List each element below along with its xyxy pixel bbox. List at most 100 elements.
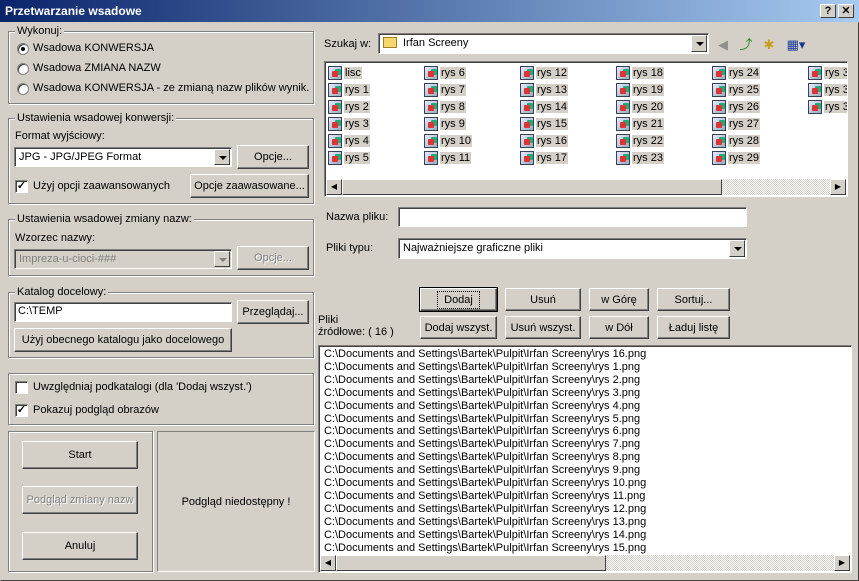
file-item[interactable]: rys 22 [616,133,664,148]
file-item[interactable]: rys 3 [808,65,847,80]
file-item[interactable]: rys 21 [616,116,664,131]
filetype-dropdown[interactable]: Najważniejsze graficzne pliki [398,238,747,259]
source-file-row[interactable]: C:\Documents and Settings\Bartek\Pulpit\… [324,529,646,542]
file-item[interactable]: rys 24 [712,65,760,80]
view-menu-icon[interactable]: ▦▾ [784,37,808,53]
subdirs-checkbox[interactable] [15,381,28,394]
chevron-down-icon[interactable] [691,35,707,52]
remove-all-button[interactable]: Usuń wszyst. [505,316,581,339]
sort-button[interactable]: Sortuj... [657,288,730,311]
scroll-thumb[interactable] [336,555,606,571]
source-file-row[interactable]: C:\Documents and Settings\Bartek\Pulpit\… [324,490,645,503]
file-item[interactable]: rys 26 [712,99,760,114]
remove-button[interactable]: Usuń [505,288,581,311]
show-preview-label[interactable]: Pokazuj podgląd obrazów [33,404,159,416]
file-item[interactable]: rys 3 [328,116,370,131]
add-button[interactable]: Dodaj [419,287,498,312]
source-file-row[interactable]: C:\Documents and Settings\Bartek\Pulpit\… [324,348,646,361]
file-item[interactable]: rys 8 [424,99,466,114]
cancel-button[interactable]: Anuluj [22,532,138,560]
load-list-button[interactable]: Ładuj listę [657,316,730,339]
advanced-options-checkbox[interactable]: ✓ [15,180,28,193]
advanced-options-label[interactable]: Użyj opcji zaawansowanych [33,180,170,192]
pattern-dropdown[interactable]: Impreza-u-cioci-### [14,249,232,269]
file-item[interactable]: rys 25 [712,82,760,97]
source-file-row[interactable]: C:\Documents and Settings\Bartek\Pulpit\… [324,413,640,426]
start-button[interactable]: Start [22,441,138,469]
format-options-button[interactable]: Opcje... [237,145,309,169]
radio-mode-convert-rename[interactable] [17,83,29,95]
file-item[interactable]: rys 9 [424,116,466,131]
file-item[interactable]: rys 3 [808,82,847,97]
file-item[interactable]: rys 20 [616,99,664,114]
file-item[interactable]: rys 28 [712,133,760,148]
source-file-row[interactable]: C:\Documents and Settings\Bartek\Pulpit\… [324,374,640,387]
advanced-options-button[interactable]: Opcje zaawasowane... [190,174,309,198]
file-item[interactable]: rys 12 [520,65,568,80]
radio-mode-rename-label[interactable]: Wsadowa ZMIANA NAZW [33,62,161,74]
add-all-button[interactable]: Dodaj wszyst. [420,316,497,339]
source-file-row[interactable]: C:\Documents and Settings\Bartek\Pulpit\… [324,542,646,555]
new-folder-icon[interactable]: ✱ [760,37,778,53]
file-item[interactable]: rys 15 [520,116,568,131]
file-item[interactable]: rys 19 [616,82,664,97]
source-file-row[interactable]: C:\Documents and Settings\Bartek\Pulpit\… [324,464,640,477]
file-item[interactable]: rys 3 [808,99,847,114]
file-item[interactable]: rys 13 [520,82,568,97]
file-item[interactable]: rys 27 [712,116,760,131]
file-item[interactable]: rys 14 [520,99,568,114]
show-preview-checkbox[interactable]: ✓ [15,404,28,417]
file-item[interactable]: rys 2 [328,99,370,114]
file-item[interactable]: rys 1 [328,82,370,97]
scroll-left-icon[interactable]: ◀ [326,179,342,195]
file-item[interactable]: rys 7 [424,82,466,97]
scroll-left-icon[interactable]: ◀ [320,555,336,571]
source-file-row[interactable]: C:\Documents and Settings\Bartek\Pulpit\… [324,400,640,413]
file-item[interactable]: rys 16 [520,133,568,148]
chevron-down-icon[interactable] [729,240,745,257]
file-item[interactable]: rys 29 [712,150,760,165]
chevron-down-icon[interactable] [214,149,230,165]
file-item[interactable]: rys 23 [616,150,664,165]
scroll-right-icon[interactable]: ▶ [834,555,850,571]
browse-button[interactable]: Przeglądaj... [237,300,309,324]
rename-preview-button[interactable]: Podgląd zmiany nazw [22,486,138,514]
close-button[interactable]: ✕ [838,4,854,18]
radio-mode-convert-label[interactable]: Wsadowa KONWERSJA [33,42,154,54]
scroll-right-icon[interactable]: ▶ [830,179,846,195]
file-item[interactable]: rys 17 [520,150,568,165]
rename-options-button[interactable]: Opcje... [237,246,309,270]
move-down-button[interactable]: w Dół [589,316,649,339]
source-file-row[interactable]: C:\Documents and Settings\Bartek\Pulpit\… [324,438,640,451]
file-list[interactable]: lisc rys 1 rys 2 rys 3 rys 4 rys 5 rys 6 rys 7 r… [324,61,848,197]
source-list-scrollbar[interactable]: ◀ ▶ [320,555,850,571]
source-file-row[interactable]: C:\Documents and Settings\Bartek\Pulpit\… [324,387,640,400]
format-dropdown[interactable]: JPG - JPG/JPEG Format [14,147,232,167]
file-item[interactable]: rys 5 [328,150,370,165]
help-button[interactable]: ? [820,4,836,18]
file-item[interactable]: rys 6 [424,65,466,80]
radio-mode-convert[interactable] [17,43,29,55]
subdirs-label[interactable]: Uwzględniaj podkatalogi (dla 'Dodaj wszy… [33,381,252,393]
look-in-dropdown[interactable]: Irfan Screeny [378,33,709,54]
radio-mode-rename[interactable] [17,63,29,75]
file-item[interactable]: lisc [328,65,362,80]
file-item[interactable]: rys 10 [424,133,472,148]
use-current-dir-button[interactable]: Użyj obecnego katalogu jako docelowego [14,328,232,352]
file-item[interactable]: rys 11 [424,150,472,165]
source-file-row[interactable]: C:\Documents and Settings\Bartek\Pulpit\… [324,477,646,490]
up-folder-icon[interactable]: ⤴ [737,37,755,53]
target-path-input[interactable]: C:\TEMP [14,302,232,322]
file-list-scrollbar[interactable]: ◀ ▶ [326,179,846,195]
file-item[interactable]: rys 18 [616,65,664,80]
source-file-row[interactable]: C:\Documents and Settings\Bartek\Pulpit\… [324,503,646,516]
scroll-thumb[interactable] [342,179,722,195]
filename-input[interactable] [398,207,747,227]
source-file-row[interactable]: C:\Documents and Settings\Bartek\Pulpit\… [324,425,640,438]
back-icon[interactable]: ◀ [714,37,732,53]
radio-mode-convert-rename-label[interactable]: Wsadowa KONWERSJA - ze zmianą nazw plikó… [33,82,309,94]
title-bar[interactable]: Przetwarzanie wsadowe ? ✕ [0,0,859,22]
source-file-row[interactable]: C:\Documents and Settings\Bartek\Pulpit\… [324,516,646,529]
source-file-list[interactable]: C:\Documents and Settings\Bartek\Pulpit\… [318,345,852,573]
source-file-row[interactable]: C:\Documents and Settings\Bartek\Pulpit\… [324,361,640,374]
